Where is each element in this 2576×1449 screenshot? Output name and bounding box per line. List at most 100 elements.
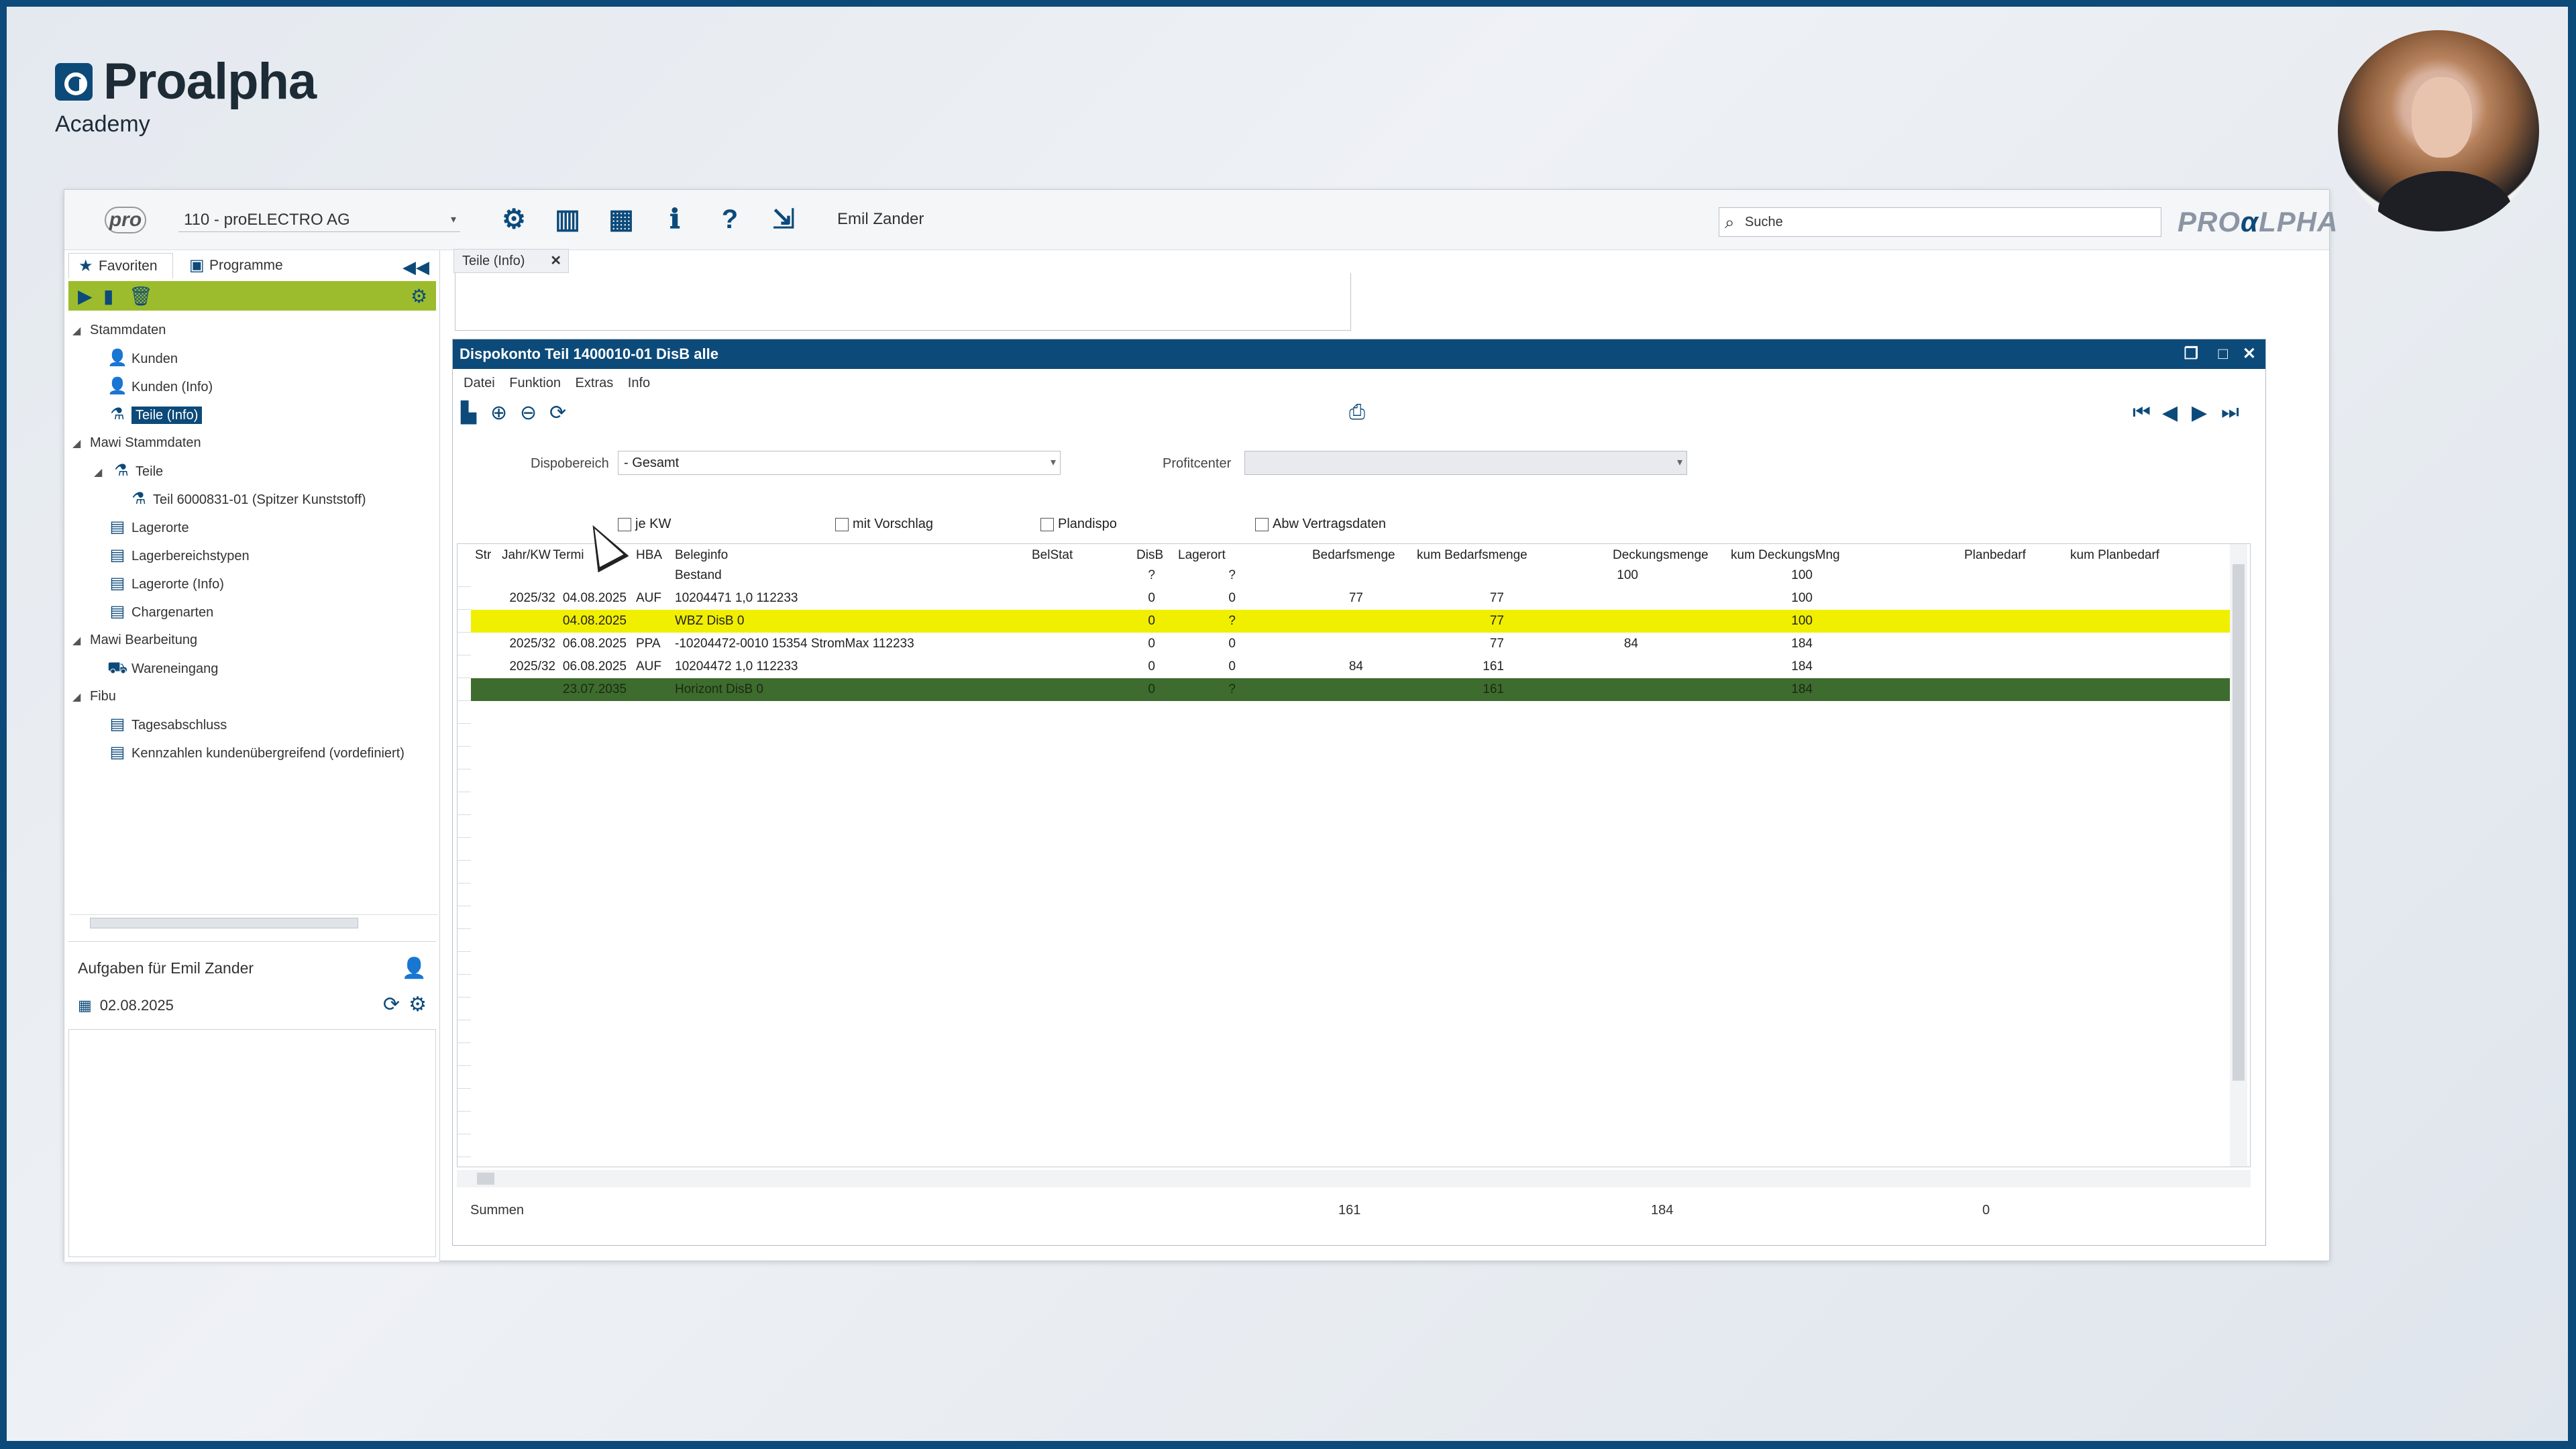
col-lagerort[interactable]: Lagerort: [1178, 548, 1226, 563]
menu-extras[interactable]: Extras: [576, 376, 614, 390]
grid-horizontal-scrollbar[interactable]: [457, 1170, 2251, 1187]
col-kum-bedarfsmenge[interactable]: kum Bedarfsmenge: [1417, 548, 1527, 563]
cell-lagerort: ?: [1228, 682, 1236, 696]
menu-funktion[interactable]: Funktion: [509, 376, 561, 390]
table-row[interactable]: 2025/32 06.08.2025 PPA -10204472-0010 15354…: [471, 633, 2242, 655]
layout-icon[interactable]: ▦: [606, 205, 636, 234]
columns-icon[interactable]: ▥: [553, 205, 582, 234]
tree-item-fibu[interactable]: ◢ Fibu: [72, 684, 116, 709]
col-disb[interactable]: DisB: [1136, 548, 1163, 563]
checkbox-je-kw[interactable]: je KW: [618, 515, 671, 533]
tree-item-wareneingang[interactable]: ⛟ Wareneingang: [107, 655, 218, 681]
table-row[interactable]: 23.07.2035 Horizont DisB 0 0? 161 184: [471, 678, 2242, 701]
sum-plan: 0: [1982, 1203, 1990, 1218]
chevron-down-icon: ▾: [1050, 457, 1056, 468]
company-select[interactable]: 110 - proELECTRO AG ▾: [178, 208, 460, 232]
tree-item-kunden-info[interactable]: 👤 Kunden (Info): [107, 374, 213, 399]
gear-icon[interactable]: ⚙: [411, 285, 427, 307]
collapse-panel-icon[interactable]: ◀◀: [402, 257, 429, 278]
tree-item-teil-6000831[interactable]: ⚗ Teil 6000831-01 (Spitzer Kunststoff): [129, 486, 366, 512]
close-icon[interactable]: ✕: [550, 250, 561, 272]
tree-item-mawi-stammdaten[interactable]: ◢ Mawi Stammdaten: [72, 430, 201, 455]
tree-item-lagerorte-info[interactable]: ▤ Lagerorte (Info): [107, 571, 224, 596]
proalpha-logo: Proalpha: [55, 52, 317, 111]
col-jahr-kw[interactable]: Jahr/KW: [502, 548, 551, 563]
trash-icon[interactable]: 🗑: [129, 285, 153, 307]
collapse-icon[interactable]: ⊖: [520, 401, 537, 425]
table-row[interactable]: 04.08.2025 WBZ DisB 0 0? 77 100: [471, 610, 2242, 633]
menu-info[interactable]: Info: [628, 376, 650, 390]
col-kum-deckungsmng[interactable]: kum DeckungsMng: [1731, 548, 1840, 563]
tree-item-teile[interactable]: ◢ ⚗ Teile: [94, 458, 163, 484]
tree-item-teile-info[interactable]: ⚗ Teile (Info): [107, 402, 203, 427]
grid-vertical-scrollbar[interactable]: [2230, 544, 2247, 1167]
table-row[interactable]: 2025/32 04.08.2025 AUF 10204471 1,0 112233 0…: [471, 587, 2242, 610]
expand-icon[interactable]: ⊕: [490, 401, 507, 425]
tree-item-lagerbereichstypen[interactable]: ▤ Lagerbereichstypen: [107, 543, 250, 568]
refresh-icon[interactable]: ⟳: [549, 401, 566, 425]
favorites-toolbar: ▶ ▮ 🗑 ⚙: [68, 281, 436, 311]
cell-kumdeckung: 184: [1791, 659, 1813, 674]
table-row[interactable]: Bestand?? 100 100: [471, 564, 2242, 587]
tree-item-stammdaten[interactable]: ◢ Stammdaten: [72, 317, 166, 343]
next-record-icon[interactable]: ▶: [2192, 401, 2207, 425]
col-termin[interactable]: Termi: [553, 548, 584, 563]
cell-kw: 2025/32: [509, 637, 555, 651]
cell-hba: PPA: [636, 637, 661, 651]
tab-favoriten[interactable]: ★ Favoriten: [68, 253, 173, 278]
refresh-icon[interactable]: ⟳: [383, 993, 400, 1016]
tree-item-kennzahlen[interactable]: ▤ Kennzahlen kundenübergreifend (vordefin…: [107, 740, 405, 765]
col-kum-planbedarf[interactable]: kum Planbedarf: [2070, 548, 2159, 563]
user-name[interactable]: Emil Zander: [837, 210, 924, 229]
checkbox-mit-vorschlag[interactable]: mit Vorschlag: [835, 515, 933, 533]
help-icon[interactable]: ?: [715, 205, 745, 234]
play-icon[interactable]: ▶: [78, 285, 93, 307]
logout-icon[interactable]: ⇲: [769, 205, 798, 234]
star-icon: ★: [78, 257, 93, 275]
tasks-date[interactable]: ▦ 02.08.2025: [78, 997, 174, 1014]
tab-programme[interactable]: ▣ Programme: [180, 253, 294, 278]
first-record-icon[interactable]: ⏮: [2133, 401, 2151, 424]
person-icon[interactable]: 👤: [402, 957, 427, 980]
col-str[interactable]: Str: [475, 548, 491, 563]
row-selectors[interactable]: [458, 564, 471, 1167]
main-scrollbar[interactable]: [2305, 270, 2322, 1263]
tree-item-tagesabschluss[interactable]: ▤ Tagesabschluss: [107, 712, 227, 737]
checkbox-abw-vertragsdaten[interactable]: Abw Vertragsdaten: [1255, 515, 1386, 533]
gear-icon[interactable]: ⚙: [409, 993, 427, 1016]
cell-lagerort: ?: [1228, 614, 1236, 628]
tree-item-lagerorte[interactable]: ▤ Lagerorte: [107, 515, 189, 540]
chart-icon[interactable]: ▙: [461, 401, 476, 425]
close-icon[interactable]: ✕: [2243, 339, 2256, 369]
tree-item-kunden[interactable]: 👤 Kunden: [107, 345, 178, 371]
checkbox-plandispo[interactable]: Plandispo: [1040, 515, 1117, 533]
col-belstat[interactable]: BelStat: [1032, 548, 1073, 563]
col-hba[interactable]: HBA: [636, 548, 662, 563]
tree-scrollbar[interactable]: [70, 914, 437, 930]
col-beleginfo[interactable]: Beleginfo: [675, 548, 728, 563]
table-row[interactable]: 2025/32 06.08.2025 AUF 10204472 1,0 112233 0…: [471, 655, 2242, 678]
col-bedarfsmenge[interactable]: Bedarfsmenge: [1312, 548, 1395, 563]
search-input[interactable]: ⌕ Suche: [1719, 207, 2161, 237]
tree-item-mawi-bearbeitung[interactable]: ◢ Mawi Bearbeitung: [72, 627, 197, 653]
tab-teile-info[interactable]: Teile (Info) ✕: [453, 249, 569, 273]
parent-form-panel: [455, 273, 1351, 331]
profitcenter-select[interactable]: ▾: [1244, 451, 1687, 475]
dispobereich-select[interactable]: - Gesamt ▾: [618, 451, 1061, 475]
print-icon[interactable]: ⎙: [1349, 401, 1365, 424]
parts-icon: ⚗: [114, 462, 129, 480]
pro-badge[interactable]: pro: [105, 207, 146, 233]
previous-record-icon[interactable]: ◀: [2162, 401, 2178, 425]
document-icon[interactable]: ▮: [103, 285, 113, 307]
info-icon[interactable]: ℹ: [660, 205, 690, 234]
col-deckungsmenge[interactable]: Deckungsmenge: [1613, 548, 1709, 563]
cell-bedarf: 84: [1348, 659, 1363, 674]
menu-datei[interactable]: Datei: [464, 376, 495, 390]
tree-item-chargenarten[interactable]: ▤ Chargenarten: [107, 599, 214, 625]
maximize-icon[interactable]: □: [2218, 339, 2229, 369]
col-planbedarf[interactable]: Planbedarf: [1964, 548, 2026, 563]
restore-icon[interactable]: ❐: [2184, 339, 2198, 369]
gear-icon[interactable]: ⚙: [499, 205, 529, 234]
last-record-icon[interactable]: ⏭: [2221, 401, 2239, 424]
dialog-menubar: Datei Funktion Extras Info: [464, 376, 661, 391]
